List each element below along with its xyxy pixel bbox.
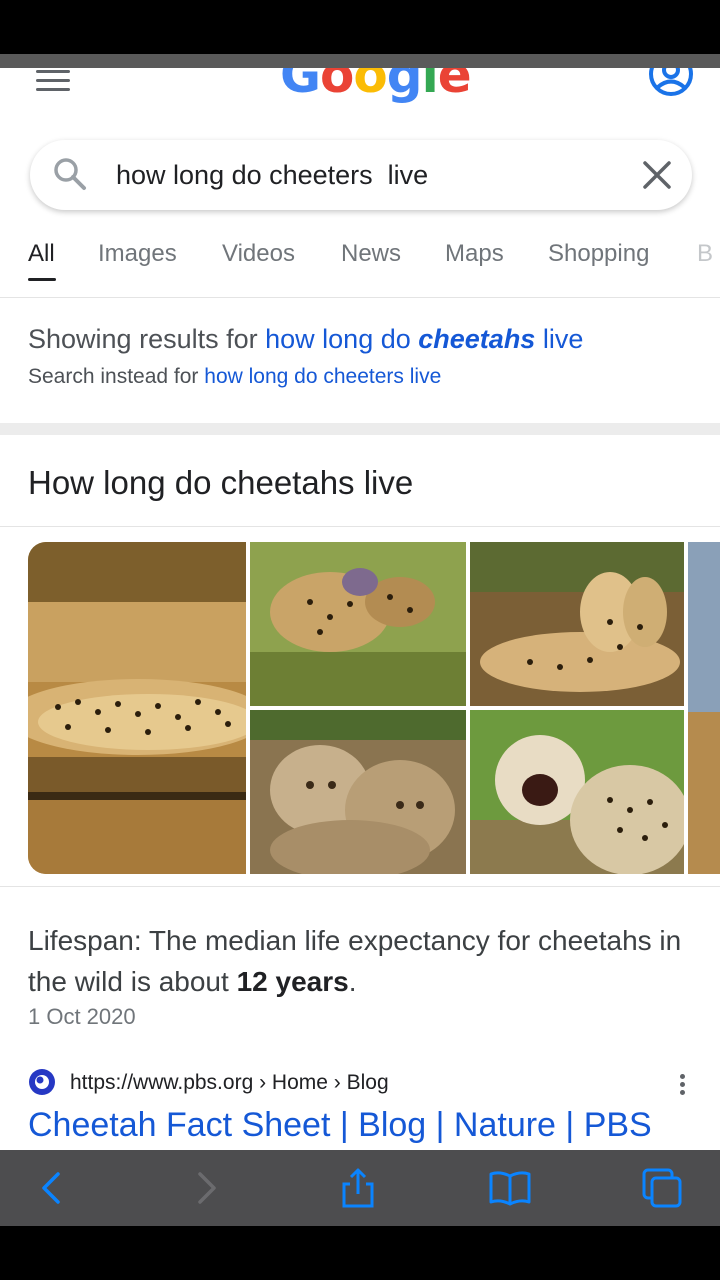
more-options-icon[interactable]	[676, 1074, 688, 1098]
divider	[0, 526, 720, 527]
search-input[interactable]: how long do cheeters live	[116, 156, 616, 194]
search-instead-line: Search instead for how long do cheeters …	[28, 365, 708, 389]
answer-date: 1 Oct 2020	[28, 1004, 136, 1029]
card-title: How long do cheetahs live	[28, 464, 414, 501]
image-grid	[28, 542, 720, 874]
google-logo[interactable]: Google	[280, 68, 472, 104]
cheetah-cubs-image[interactable]	[250, 710, 466, 874]
corrected-query-link[interactable]: how long do cheetahs live	[265, 324, 583, 354]
featured-answer: Lifespan: The median life expectancy for…	[28, 920, 698, 1002]
showing-results-line: Showing results for how long do cheetahs…	[28, 324, 708, 355]
instead-prefix: Search instead for	[28, 365, 199, 388]
browser-top-bar	[0, 54, 720, 68]
tabs-icon[interactable]	[640, 1166, 684, 1210]
browser-toolbar	[0, 1150, 720, 1226]
original-query-link[interactable]: how long do cheeters live	[204, 365, 441, 388]
showing-prefix: Showing results for	[28, 324, 258, 354]
home-indicator-area	[0, 1226, 720, 1280]
tab-news[interactable]: News	[341, 240, 401, 268]
result-url[interactable]: https://www.pbs.org › Home › Blog	[70, 1071, 389, 1095]
tab-shopping[interactable]: Shopping	[548, 240, 649, 268]
cheetah-image-1[interactable]	[28, 542, 246, 874]
corrected-post: live	[542, 324, 584, 354]
cheetah-image-2[interactable]	[250, 542, 466, 706]
search-box[interactable]: how long do cheeters live	[30, 140, 692, 210]
tab-all[interactable]: All	[28, 240, 55, 268]
corrected-pre: how long do	[265, 324, 411, 354]
active-tab-indicator	[28, 278, 56, 281]
tab-maps[interactable]: Maps	[445, 240, 504, 268]
status-bar	[0, 0, 720, 54]
tab-videos[interactable]: Videos	[222, 240, 295, 268]
tab-images[interactable]: Images	[98, 240, 177, 268]
forward-chevron-icon[interactable]	[184, 1166, 228, 1210]
hamburger-menu-icon[interactable]	[36, 70, 70, 92]
pbs-favicon-icon	[28, 1068, 56, 1096]
cheetah-image-3[interactable]	[470, 542, 684, 706]
search-tabs: All Images Videos News Maps Shopping B	[0, 236, 720, 298]
account-circle-icon[interactable]	[647, 68, 695, 98]
share-icon[interactable]	[336, 1166, 380, 1210]
book-icon[interactable]	[488, 1166, 532, 1210]
result-title-link[interactable]: Cheetah Fact Sheet | Blog | Nature | PBS	[28, 1106, 652, 1145]
back-chevron-icon[interactable]	[30, 1166, 74, 1210]
spelling-correction: Showing results for how long do cheetahs…	[28, 324, 708, 389]
cheetah-roaring-image[interactable]	[470, 710, 684, 874]
search-icon[interactable]	[52, 156, 88, 192]
corrected-word: cheetahs	[418, 324, 536, 354]
divider	[0, 886, 720, 887]
section-divider	[0, 423, 720, 435]
cheetah-image-partial[interactable]	[688, 542, 720, 874]
tab-books[interactable]: B	[697, 240, 713, 268]
answer-period: .	[348, 966, 357, 997]
answer-highlight: 12 years	[236, 966, 349, 997]
close-icon[interactable]	[640, 158, 674, 192]
search-results-page: Google how long do cheeters live All Ima…	[0, 68, 720, 1150]
